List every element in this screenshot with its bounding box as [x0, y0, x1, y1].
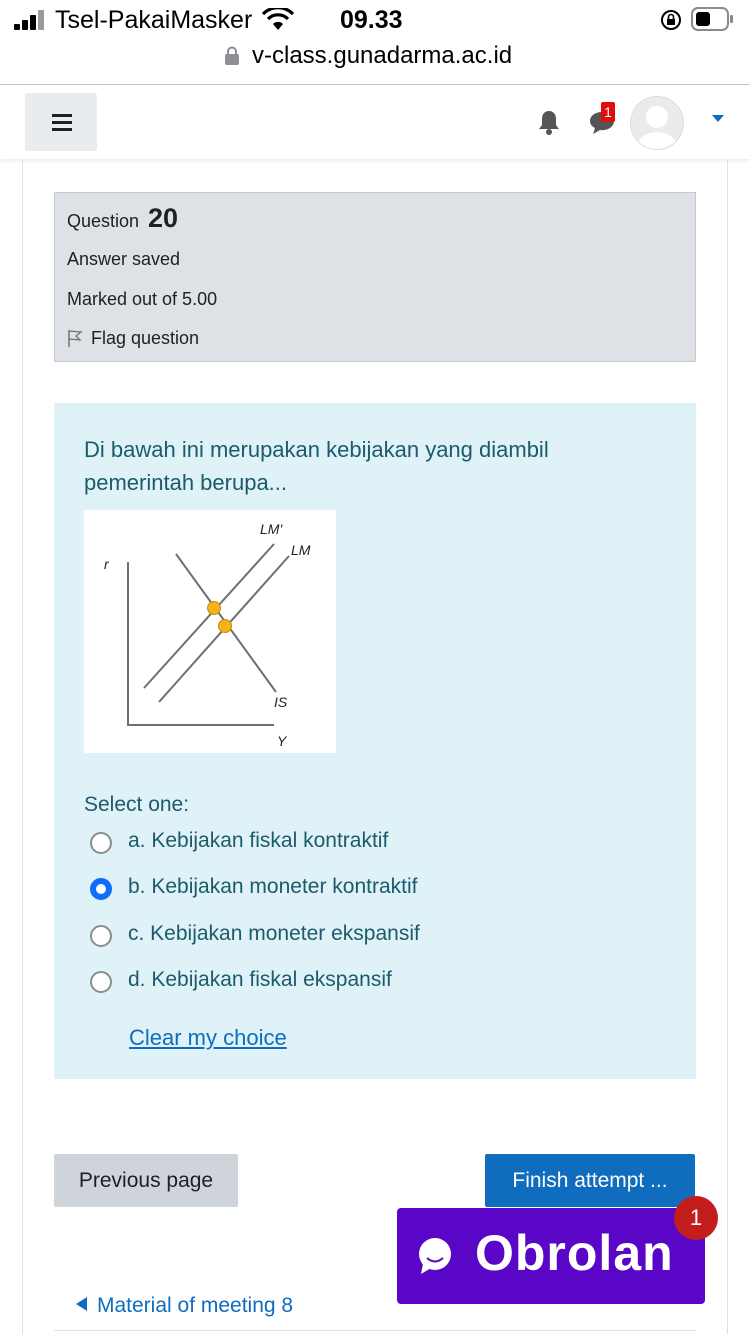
clock: 09.33 — [340, 6, 403, 34]
select-one-label: Select one: — [84, 793, 190, 816]
is-lm-graph: r Y LM' LM IS — [84, 510, 336, 753]
carrier-name: Tsel-PakaiMasker — [55, 6, 253, 34]
chat-unread-badge: 1 — [674, 1196, 718, 1240]
lm-prime-curve — [143, 543, 275, 689]
question-label: Question — [67, 211, 140, 231]
option-label-a[interactable]: a. Kebijakan fiskal kontraktif — [128, 829, 388, 853]
signal-icon — [14, 10, 46, 30]
option-label-c[interactable]: c. Kebijakan moneter ekspansif — [128, 922, 420, 946]
is-lm-diagram: r Y LM' LM IS — [104, 521, 311, 749]
address-bar[interactable]: v-class.gunadarma.ac.id — [0, 40, 750, 85]
status-bar: Tsel-PakaiMasker 09.33 — [0, 0, 750, 40]
flag-icon[interactable] — [67, 329, 83, 347]
notification-bell-icon[interactable] — [537, 109, 561, 135]
graph-axes — [127, 562, 274, 726]
wifi-icon — [262, 8, 294, 30]
message-count-badge: 1 — [601, 102, 615, 122]
url-text[interactable]: v-class.gunadarma.ac.id — [252, 42, 512, 70]
question-text: Di bawah ini merupakan kebijakan yang di… — [84, 437, 549, 495]
left-triangle-icon — [76, 1297, 87, 1311]
question-grade: Marked out of 5.00 — [67, 289, 218, 309]
clear-choice-link[interactable]: Clear my choice — [129, 1025, 287, 1051]
question-content: Di bawah ini merupakan kebijakan yang di… — [54, 403, 696, 1079]
x-axis-label: Y — [277, 733, 288, 749]
question-state: Answer saved — [67, 249, 181, 269]
chat-bubble-icon — [419, 1238, 451, 1274]
question-number: 20 — [148, 203, 179, 233]
battery-icon — [691, 7, 733, 31]
user-avatar[interactable] — [630, 96, 684, 150]
finish-attempt-button[interactable]: Finish attempt ... — [485, 1154, 695, 1207]
radio-c[interactable] — [90, 925, 112, 947]
previous-activity-label[interactable]: Material of meeting 8 — [97, 1294, 293, 1317]
chat-widget-button[interactable]: Obrolan — [397, 1208, 705, 1304]
user-menu-caret-icon[interactable] — [712, 115, 724, 122]
chat-label[interactable]: Obrolan — [475, 1224, 674, 1282]
is-label: IS — [274, 694, 288, 710]
question-info-panel: Question 20 Answer saved Marked out of 5… — [54, 192, 696, 362]
equilibrium-point-new — [207, 601, 221, 615]
footer-divider — [54, 1330, 696, 1331]
menu-button[interactable] — [25, 93, 97, 151]
previous-activity-link[interactable]: Material of meeting 8 — [76, 1294, 293, 1318]
option-label-d[interactable]: d. Kebijakan fiskal ekspansif — [128, 968, 392, 992]
radio-b[interactable] — [90, 878, 112, 900]
lm-label: LM — [291, 542, 311, 558]
option-label-b[interactable]: b. Kebijakan moneter kontraktif — [128, 875, 418, 899]
top-navbar — [0, 85, 750, 159]
lm-prime-label: LM' — [260, 521, 283, 537]
radio-a[interactable] — [90, 832, 112, 854]
avatar-placeholder-icon — [637, 106, 677, 149]
equilibrium-point-original — [218, 619, 232, 633]
flag-question-link[interactable]: Flag question — [91, 328, 199, 349]
rotation-lock-icon — [661, 10, 681, 30]
radio-d[interactable] — [90, 971, 112, 993]
previous-page-button[interactable]: Previous page — [54, 1154, 238, 1207]
y-axis-label: r — [104, 556, 110, 572]
lock-icon — [225, 46, 239, 65]
